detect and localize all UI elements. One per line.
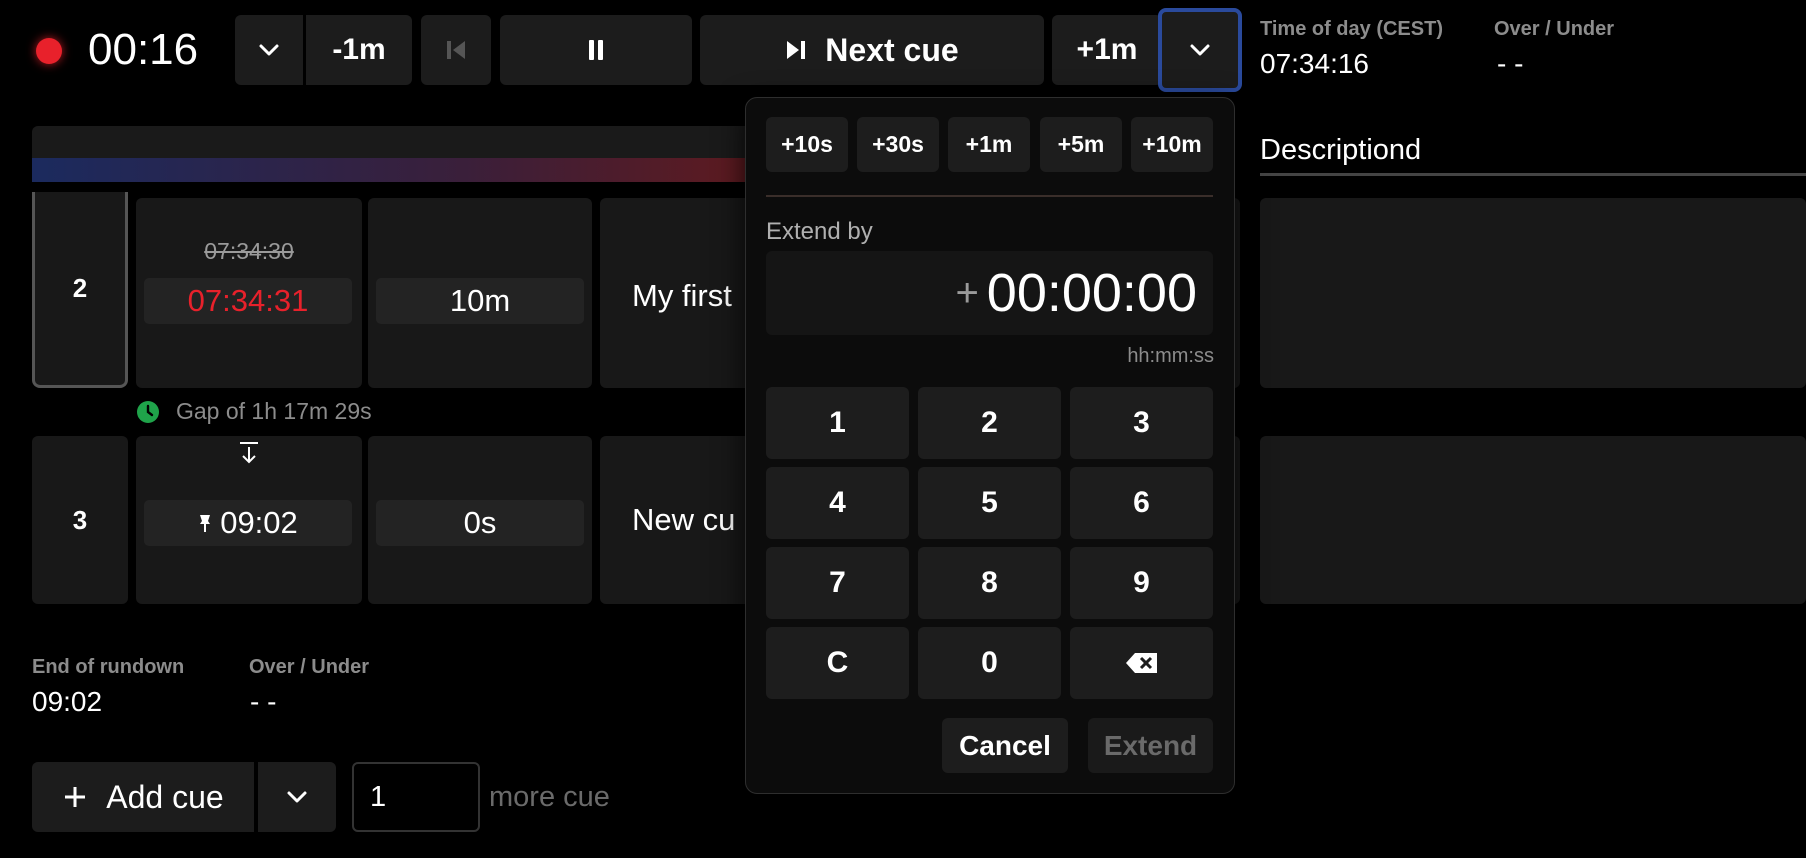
footer-over-under-label: Over / Under [249, 656, 370, 678]
chevron-down-icon [1188, 42, 1212, 58]
cue-title: My first [632, 278, 732, 313]
cue-duration-cell: 10m [368, 198, 592, 388]
planned-time: 07:34:30 [204, 238, 294, 264]
cue-time-cell: 07:34:30 07:34:31 [136, 198, 362, 388]
time-options-dropdown[interactable] [235, 15, 303, 85]
cue-index-cell[interactable]: 3 [32, 436, 128, 604]
cue-time-cell: 09:02 [136, 436, 362, 604]
popover-divider [766, 195, 1213, 197]
elapsed-time: 00:16 [88, 25, 199, 74]
keypad-1[interactable]: 1 [766, 387, 909, 459]
keypad-5[interactable]: 5 [918, 467, 1061, 539]
cue-description-cell[interactable] [1260, 436, 1806, 604]
minus-one-minute-button[interactable]: -1m [306, 15, 412, 85]
time-of-day-label: Time of day (CEST) [1260, 18, 1443, 40]
keypad-8[interactable]: 8 [918, 547, 1061, 619]
link-start-icon[interactable] [237, 440, 261, 466]
description-column-underline [1260, 173, 1806, 176]
keypad-backspace[interactable] [1070, 627, 1213, 699]
extend-button[interactable]: Extend [1088, 718, 1213, 773]
pin-icon [198, 513, 212, 533]
time-of-day-value: 07:34:16 [1260, 48, 1369, 79]
cue-index: 2 [72, 273, 88, 303]
skip-next-icon [785, 38, 807, 62]
keypad-7[interactable]: 7 [766, 547, 909, 619]
extend-popover: +10s +30s +1m +5m +10m Extend by + 00:00… [745, 97, 1235, 794]
cue-index-cell[interactable]: 2 [32, 192, 128, 388]
gap-text: Gap of 1h 17m 29s [176, 398, 372, 424]
next-cue-button[interactable]: Next cue [700, 15, 1044, 85]
extend-time-value: 00:00:00 [986, 263, 1197, 323]
record-indicator [36, 38, 62, 64]
actual-time[interactable]: 07:34:31 [144, 278, 352, 324]
extend-options-dropdown[interactable] [1158, 8, 1242, 92]
skip-previous-icon [445, 38, 467, 62]
keypad-4[interactable]: 4 [766, 467, 909, 539]
description-column-header: Descriptiond [1260, 134, 1422, 166]
over-under-label: Over / Under [1494, 18, 1615, 40]
progress-fill [32, 158, 752, 182]
actual-time-text: 07:34:31 [187, 283, 309, 318]
cue-count-input[interactable]: 1 [352, 762, 480, 832]
next-cue-label: Next cue [825, 31, 959, 68]
duration-text: 0s [463, 505, 497, 540]
end-of-rundown-label: End of rundown [32, 656, 185, 678]
duration-field[interactable]: 10m [376, 278, 584, 324]
extend-plus-sign: + [955, 270, 979, 315]
extend-time-display[interactable]: + 00:00:00 [766, 251, 1213, 335]
cue-index: 3 [72, 504, 88, 535]
keypad-9[interactable]: 9 [1070, 547, 1213, 619]
quick-add-10m[interactable]: +10m [1131, 117, 1213, 172]
start-time-field[interactable]: 09:02 [144, 500, 352, 546]
start-time-text: 09:02 [220, 505, 298, 540]
footer-over-under-value: - - [250, 686, 277, 717]
keypad-3[interactable]: 3 [1070, 387, 1213, 459]
add-cue-button[interactable]: Add cue [32, 762, 254, 832]
clock-icon [136, 400, 160, 424]
pause-button[interactable] [500, 15, 692, 85]
previous-cue-button[interactable] [421, 15, 491, 85]
over-under-value: - - [1497, 48, 1524, 79]
end-of-rundown-value: 09:02 [32, 686, 103, 717]
quick-add-10s[interactable]: +10s [766, 117, 848, 172]
chevron-down-icon [285, 789, 309, 805]
add-cue-options-dropdown[interactable] [258, 762, 336, 832]
progress-bar [32, 126, 752, 182]
keypad-0[interactable]: 0 [918, 627, 1061, 699]
cue-description-cell[interactable] [1260, 198, 1806, 388]
backspace-icon [1125, 651, 1159, 675]
duration-text: 10m [449, 283, 511, 318]
quick-add-5m[interactable]: +5m [1040, 117, 1122, 172]
keypad-clear[interactable]: C [766, 627, 909, 699]
cancel-button[interactable]: Cancel [942, 718, 1068, 773]
add-cue-label: Add cue [106, 778, 224, 815]
cue-title: New cu [632, 502, 736, 537]
more-cue-label: more cue [489, 781, 610, 813]
pause-icon [586, 38, 606, 62]
plus-one-minute-button[interactable]: +1m [1052, 15, 1162, 85]
quick-add-30s[interactable]: +30s [857, 117, 939, 172]
cue-count-value: 1 [370, 780, 387, 813]
chevron-down-icon [257, 42, 281, 58]
plus-icon [62, 784, 88, 810]
format-hint: hh:mm:ss [1127, 345, 1214, 367]
quick-add-1m[interactable]: +1m [948, 117, 1030, 172]
extend-by-label: Extend by [766, 218, 873, 245]
cue-duration-cell: 0s [368, 436, 592, 604]
duration-field[interactable]: 0s [376, 500, 584, 546]
keypad-6[interactable]: 6 [1070, 467, 1213, 539]
keypad-2[interactable]: 2 [918, 387, 1061, 459]
